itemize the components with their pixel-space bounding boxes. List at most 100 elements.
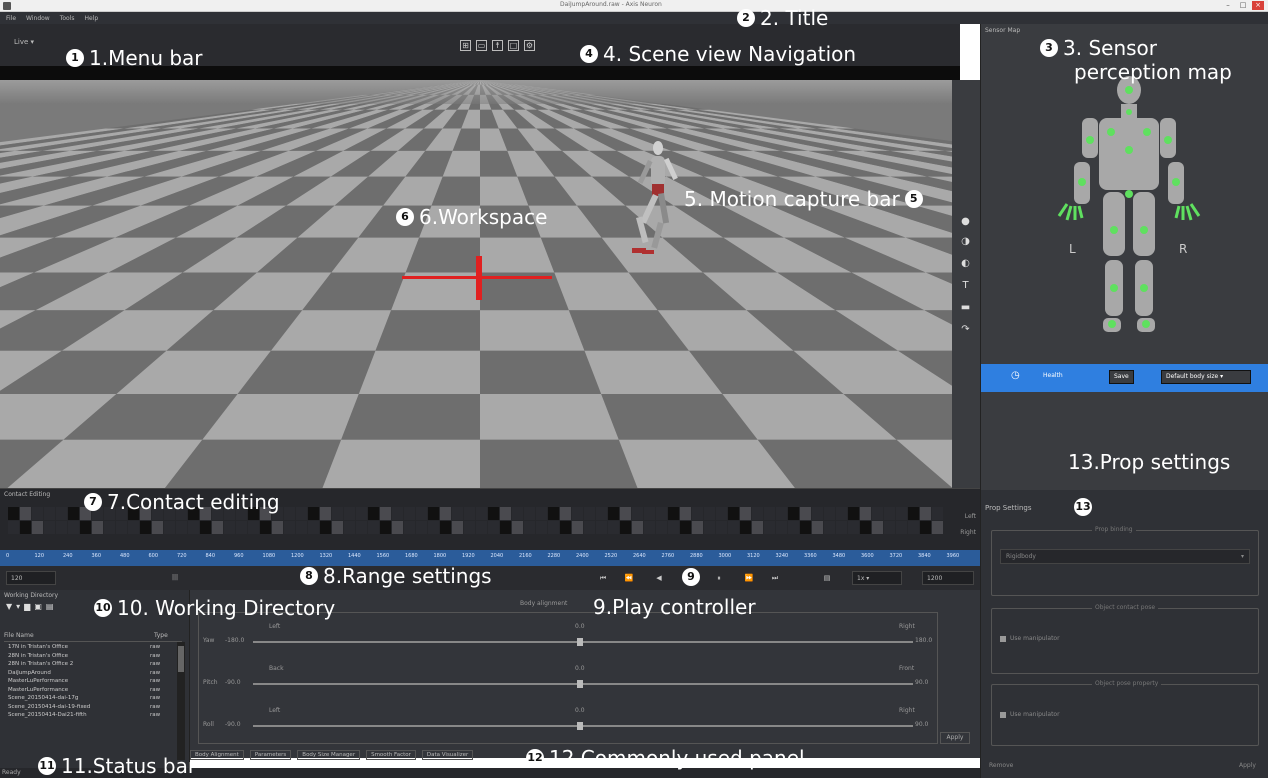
pose-calibration-icon[interactable]: ◑ [960, 236, 971, 247]
timeline-tick: 0 [6, 553, 10, 559]
callout-label: 11.Status bar [61, 754, 197, 778]
file-row[interactable]: MasterLuPerformance raw [8, 678, 178, 687]
grid-icon[interactable]: ⊞ [460, 40, 471, 51]
callout-workdir: 10 10. Working Directory [94, 596, 335, 620]
object-contact-title: Object contact pose [1092, 604, 1159, 611]
maximize-button[interactable]: □ [1237, 1, 1249, 10]
t-pose-icon[interactable]: T [960, 280, 971, 291]
panel-tab[interactable]: Parameters [249, 750, 292, 760]
timeline-tick: 2160 [519, 553, 532, 559]
file-type: raw [150, 652, 161, 659]
use-manipulator-checkbox[interactable]: Use manipulator [1000, 635, 1060, 642]
file-row[interactable]: Scene_20150414-dai-19-fixed raw [8, 704, 178, 713]
range-slider[interactable]: ||| [60, 571, 290, 585]
menu-tools[interactable]: Tools [60, 15, 75, 22]
folder-icon[interactable]: ▤ [820, 572, 834, 584]
workspace-viewport[interactable] [0, 80, 960, 488]
panel-tab[interactable]: Data Visualizer [421, 750, 474, 760]
slider-track[interactable] [253, 725, 913, 727]
save-button[interactable]: Save [1109, 370, 1134, 384]
slider-center-value: 0.0 [575, 665, 585, 672]
panel-tabs: Body Alignment Parameters Body Size Manage… [190, 750, 474, 760]
timeline-tick: 2040 [490, 553, 504, 559]
slider-max-value: 180.0 [915, 637, 933, 644]
panel-tab[interactable]: Smooth Factor [366, 750, 416, 760]
file-row[interactable]: 28N in Tristan's Office raw [8, 653, 178, 662]
filter-icon[interactable]: ▼ [6, 602, 12, 611]
use-manipulator-checkbox-2[interactable]: Use manipulator [1000, 711, 1060, 718]
file-row[interactable]: MasterLuPerformance raw [8, 687, 178, 696]
panel-tab[interactable]: Body Size Manager [297, 750, 361, 760]
pause-button[interactable]: ⏸ [712, 572, 726, 584]
file-row[interactable]: Scene_20150414-Dai21-fifth raw [8, 712, 178, 721]
timeline-tick: 840 [205, 553, 216, 559]
timeline-tick: 3600 [861, 553, 874, 559]
apply-prop-button[interactable]: Apply [1239, 762, 1256, 769]
camera-icon[interactable]: ▭ [476, 40, 487, 51]
status-ready: Ready [2, 769, 21, 776]
right-side-label: R [1179, 242, 1188, 256]
slider-handle[interactable] [577, 722, 583, 730]
callout-label: 10. Working Directory [117, 596, 336, 620]
prop-binding-dropdown[interactable]: Rigidbody ▾ [1000, 549, 1250, 564]
figure-icon[interactable]: ☨ [492, 40, 503, 51]
save-file-icon[interactable]: ▣ [34, 602, 42, 611]
file-list-scrollbar[interactable] [177, 642, 185, 760]
settings-icon[interactable]: ⚙ [524, 40, 535, 51]
slider-handle[interactable] [577, 680, 583, 688]
range-end-input[interactable]: 1200 [922, 571, 974, 585]
timeline-tick: 3840 [918, 553, 931, 559]
callout-motion-bar: 5. Motion capture bar 5 [684, 187, 923, 211]
slider-track[interactable] [253, 641, 913, 643]
callout-workspace: 6 6.Workspace [396, 205, 547, 229]
step-back-button[interactable]: ⏪ [622, 572, 636, 584]
mode-dropdown[interactable]: Live ▾ [14, 38, 34, 46]
callout-number: 13 [1074, 498, 1092, 516]
timeline-tick: 3120 [747, 553, 760, 559]
remove-button[interactable]: Remove [989, 762, 1013, 769]
timeline-tick: 3240 [775, 553, 789, 559]
callout-number: 12 [526, 749, 544, 767]
callout-number: 3 [1040, 39, 1058, 57]
speed-dropdown[interactable]: 1x ▾ [852, 571, 902, 585]
body-size-dropdown[interactable]: Default body size ▾ [1161, 370, 1251, 384]
file-row[interactable]: DaiJumpAround raw [8, 670, 178, 679]
menu-window[interactable]: Window [26, 15, 50, 22]
timeline-tick: 1200 [291, 553, 304, 559]
left-track-label: Left [964, 513, 976, 520]
capture-bar-icon[interactable]: ▬ [960, 302, 971, 313]
file-row[interactable]: 28N in Tristan's Office 2 raw [8, 661, 178, 670]
timeline-tick: 2760 [661, 553, 675, 559]
close-button[interactable]: × [1252, 1, 1264, 10]
menu-file[interactable]: File [6, 15, 16, 22]
document-icon[interactable]: ▤ [46, 602, 54, 611]
slider-left-label: Left [269, 623, 281, 630]
callout-label: 12.Commonly used panel [549, 746, 805, 770]
minimize-button[interactable]: – [1222, 1, 1234, 10]
callout-label: 7.Contact editing [107, 490, 280, 514]
column-type[interactable]: Type [154, 632, 168, 639]
panel-tab[interactable]: Body Alignment [190, 750, 244, 760]
open-folder-icon[interactable]: ▆ [24, 602, 30, 611]
timeline-tick: 3000 [718, 553, 732, 559]
range-start-input[interactable]: 120 [6, 571, 56, 585]
frame-icon[interactable]: □ [508, 40, 519, 51]
dropdown-icon[interactable]: ▾ [16, 602, 20, 611]
callout-sensor: 3 3. Sensor [1040, 36, 1157, 60]
stream-icon[interactable]: ↷ [960, 324, 971, 335]
skip-end-button[interactable]: ⏭ [768, 572, 782, 584]
slider-handle[interactable] [577, 638, 583, 646]
zero-calibration-icon[interactable]: ◐ [960, 258, 971, 269]
timeline-tick: 1560 [376, 553, 390, 559]
file-row[interactable]: 17N in Tristan's Office raw [8, 644, 178, 653]
step-forward-button[interactable]: ⏩ [742, 572, 756, 584]
column-name[interactable]: File Name [4, 632, 34, 639]
record-icon[interactable]: ● [960, 216, 971, 227]
play-reverse-button[interactable]: ◀ [652, 572, 666, 584]
apply-button[interactable]: Apply [940, 732, 970, 744]
menu-help[interactable]: Help [85, 15, 99, 22]
slider-track[interactable] [253, 683, 913, 685]
skip-start-button[interactable]: ⏮ [596, 572, 610, 584]
file-row[interactable]: Scene_20150414-dai-17g raw [8, 695, 178, 704]
slider-center-value: 0.0 [575, 623, 585, 630]
